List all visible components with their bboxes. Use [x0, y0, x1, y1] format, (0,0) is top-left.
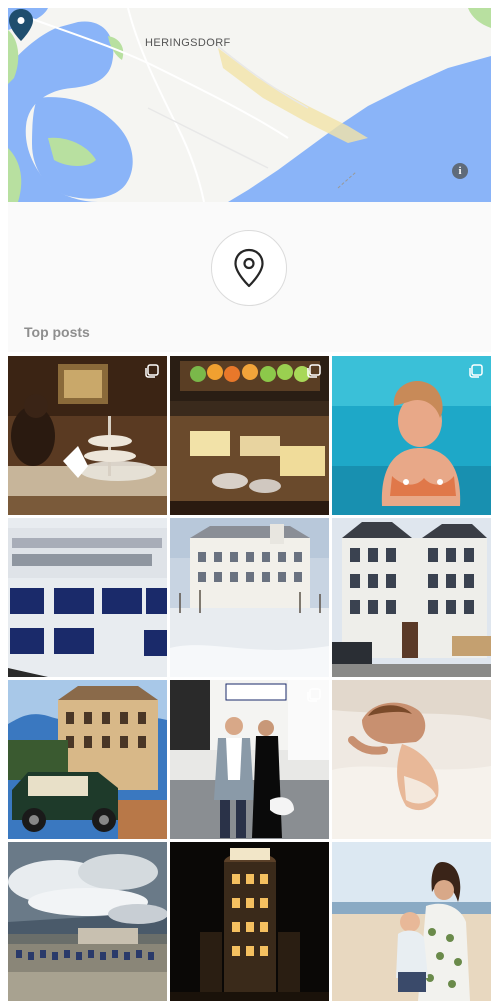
post-image [170, 680, 329, 839]
multiple-photos-icon [307, 364, 321, 378]
post-thumbnail[interactable] [8, 680, 167, 839]
post-thumbnail[interactable] [170, 842, 329, 1001]
post-thumbnail[interactable] [170, 356, 329, 515]
post-thumbnail[interactable] [170, 680, 329, 839]
post-image [8, 680, 167, 839]
post-thumbnail[interactable] [170, 518, 329, 677]
post-thumbnail[interactable] [332, 842, 491, 1001]
post-thumbnail[interactable] [332, 680, 491, 839]
location-header: Top posts [8, 202, 491, 352]
post-thumbnail[interactable] [332, 518, 491, 677]
post-image [332, 518, 491, 677]
post-image [170, 842, 329, 1001]
post-image [332, 842, 491, 1001]
post-thumbnail[interactable] [8, 842, 167, 1001]
map-graphic [8, 8, 491, 202]
post-image [8, 518, 167, 677]
post-image [332, 356, 491, 515]
post-thumbnail[interactable] [332, 356, 491, 515]
multiple-photos-icon [469, 364, 483, 378]
post-image [8, 842, 167, 1001]
post-thumbnail[interactable] [8, 518, 167, 677]
post-image [8, 356, 167, 515]
map-marker-icon[interactable] [8, 8, 34, 42]
map-place-label: HERINGSDORF [145, 37, 231, 49]
multiple-photos-icon [307, 688, 321, 702]
post-image [332, 680, 491, 839]
location-map[interactable]: HERINGSDORF i [8, 8, 491, 202]
map-info-icon[interactable]: i [452, 163, 468, 179]
location-pin-icon [234, 248, 264, 288]
post-image [170, 518, 329, 677]
multiple-photos-icon [145, 364, 159, 378]
post-thumbnail[interactable] [8, 356, 167, 515]
post-image [170, 356, 329, 515]
top-posts-heading: Top posts [24, 324, 90, 340]
location-avatar [211, 230, 287, 306]
